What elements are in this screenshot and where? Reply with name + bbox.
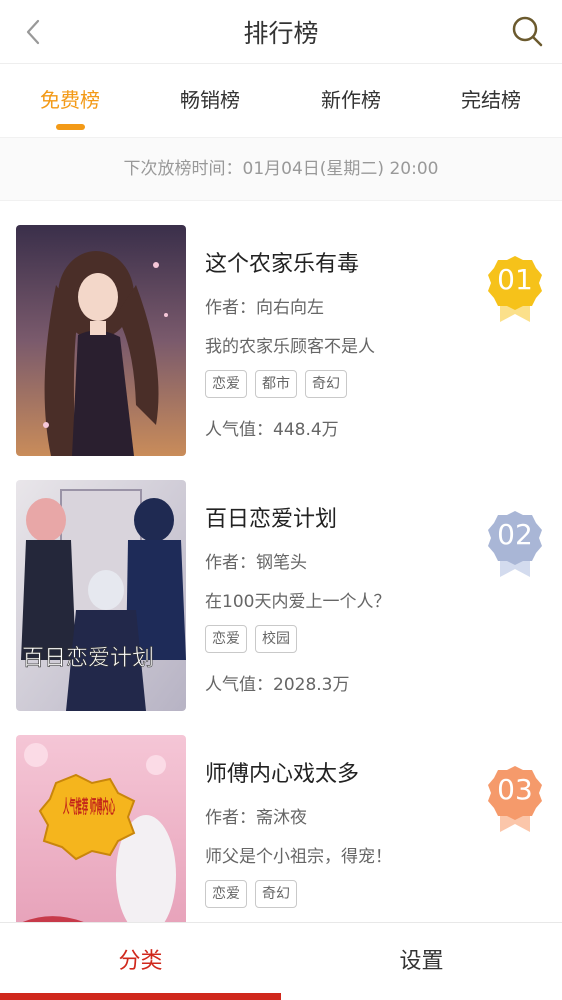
book-author: 作者：向右向左	[205, 298, 324, 318]
next-ranking-time: 下次放榜时间：01月04日(星期二) 20:00	[0, 137, 562, 201]
book-description: 我的农家乐顾客不是人	[205, 337, 375, 357]
list-item[interactable]: 百日恋爱计划 百日恋爱计划 作者：钢笔头 在100天内爱上一个人？ 恋爱 校园 …	[0, 457, 562, 712]
active-tab-indicator	[56, 124, 85, 130]
list-item[interactable]: 这个农家乐有毒 作者：向右向左 我的农家乐顾客不是人 恋爱 都市 奇幻 人气值：…	[0, 202, 562, 457]
rank-number: 03	[497, 773, 533, 806]
cover-lettering: 人气推荐 师傅内心	[63, 796, 115, 817]
tab-bestseller[interactable]: 畅销榜	[140, 84, 280, 113]
bottom-nav: 分类 设置	[0, 922, 562, 1000]
tab-new[interactable]: 新作榜	[281, 84, 421, 113]
book-title[interactable]: 师傅内心戏太多	[205, 756, 359, 788]
bottom-tab-indicator	[0, 993, 281, 1000]
bottom-tab-settings[interactable]: 设置	[281, 923, 562, 1000]
bottom-tab-category[interactable]: 分类	[0, 923, 281, 1000]
book-cover[interactable]: 人气推荐 师傅内心	[16, 735, 186, 922]
book-author: 作者：钢笔头	[205, 553, 307, 573]
tag[interactable]: 奇幻	[255, 880, 297, 908]
popularity: 人气值：2028.3万	[205, 675, 350, 695]
list-item[interactable]: 人气推荐 师傅内心 师傅内心戏太多 作者：斋沐夜 师父是个小祖宗，得宠！ 恋爱 …	[0, 712, 562, 922]
book-title[interactable]: 百日恋爱计划	[205, 501, 337, 533]
book-tags: 恋爱 都市 奇幻	[205, 370, 347, 398]
top-bar: 排行榜	[0, 0, 562, 64]
page-title: 排行榜	[243, 19, 319, 48]
book-tags: 恋爱 奇幻	[205, 880, 297, 908]
tag[interactable]: 恋爱	[205, 880, 247, 908]
popularity: 人气值：448.4万	[205, 420, 339, 440]
book-description: 在100天内爱上一个人？	[205, 592, 391, 612]
rank-number: 02	[497, 518, 533, 551]
book-cover[interactable]	[16, 225, 186, 456]
cover-lettering: 百日恋爱计划	[22, 645, 154, 670]
tag[interactable]: 校园	[255, 625, 297, 653]
book-title[interactable]: 这个农家乐有毒	[205, 246, 359, 278]
rank-badge: 03	[486, 764, 544, 834]
rank-number: 01	[497, 263, 533, 296]
tag[interactable]: 恋爱	[205, 370, 247, 398]
book-tags: 恋爱 校园	[205, 625, 297, 653]
rank-badge: 02	[486, 509, 544, 579]
tag[interactable]: 都市	[255, 370, 297, 398]
tag[interactable]: 奇幻	[305, 370, 347, 398]
book-cover[interactable]: 百日恋爱计划	[16, 480, 186, 711]
tag[interactable]: 恋爱	[205, 625, 247, 653]
tab-free[interactable]: 免费榜	[0, 84, 140, 113]
ranking-list: 这个农家乐有毒 作者：向右向左 我的农家乐顾客不是人 恋爱 都市 奇幻 人气值：…	[0, 202, 562, 922]
book-description: 师父是个小祖宗，得宠！	[205, 847, 392, 867]
rank-badge: 01	[486, 254, 544, 324]
tab-completed[interactable]: 完结榜	[421, 84, 561, 113]
book-author: 作者：斋沐夜	[205, 808, 307, 828]
search-icon[interactable]	[510, 14, 544, 48]
